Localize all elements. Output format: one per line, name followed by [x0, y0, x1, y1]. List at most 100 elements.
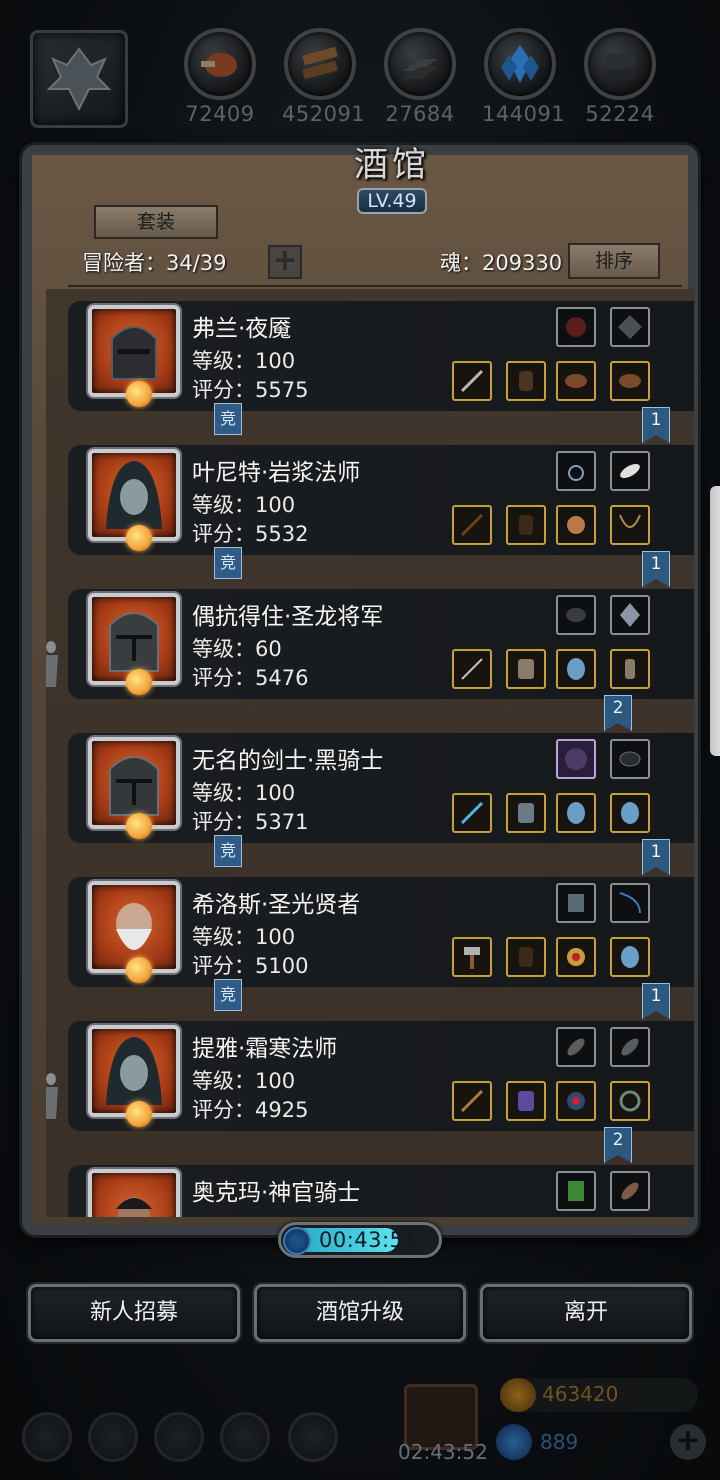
demon-mask-slot[interactable]	[556, 739, 596, 779]
resource-crystal[interactable]: 144091	[482, 28, 565, 128]
hero-name: 弗兰·夜魇	[192, 316, 292, 342]
feather-skin-slot[interactable]	[610, 1171, 650, 1211]
crest-skin-slot[interactable]	[610, 595, 650, 635]
feather-skin-slot[interactable]	[610, 451, 650, 491]
necklace-skin-slot[interactable]	[556, 451, 596, 491]
hero-level: 等级：100	[192, 925, 296, 949]
add-currency-button[interactable]: +	[670, 1424, 706, 1460]
tavern-level-badge: LV.49	[357, 188, 427, 214]
arena-tag: 竞	[214, 835, 242, 867]
gem-amulet-slot[interactable]	[556, 1081, 596, 1121]
map-icon[interactable]	[288, 1412, 338, 1462]
hero-card[interactable]: 偶抗得住·圣龙将军 等级：60 评分：5476	[68, 587, 694, 703]
hero-level: 等级：100	[192, 349, 296, 373]
old-sage-icon	[116, 903, 152, 950]
armor-skin-slot[interactable]	[610, 307, 650, 347]
set-button[interactable]: 套装	[94, 205, 218, 239]
side-drawer-tab[interactable]	[710, 486, 720, 756]
ice-sword-slot[interactable]	[452, 793, 492, 833]
gauntlet-skin-slot[interactable]	[556, 595, 596, 635]
scroll-skin-slot[interactable]	[556, 1171, 596, 1211]
mage-armor-slot[interactable]	[506, 1081, 546, 1121]
mail-icon[interactable]	[220, 1412, 270, 1462]
hero-card[interactable]: 无名的剑士·黑骑士 等级：100 评分：5371	[68, 731, 694, 847]
chat-icon[interactable]	[154, 1412, 204, 1462]
ring-slot[interactable]	[556, 505, 596, 545]
spear-slot[interactable]	[452, 649, 492, 689]
bracer-slot[interactable]	[556, 793, 596, 833]
feather-skin-slot[interactable]	[610, 1027, 650, 1067]
leave-button[interactable]: 离开	[480, 1284, 692, 1342]
hero-name: 希洛斯·圣光贤者	[192, 892, 361, 918]
ruby-ring-slot[interactable]	[556, 937, 596, 977]
staff-slot[interactable]	[452, 1081, 492, 1121]
hooded-mage-icon	[106, 461, 162, 529]
hero-card[interactable]: 提雅·霜寒法师 等级：100 评分：4925	[68, 1019, 694, 1135]
guild-icon[interactable]	[88, 1412, 138, 1462]
hero-card[interactable]: 奥克玛·神官骑士	[68, 1163, 694, 1217]
hero-name: 偶抗得住·圣龙将军	[192, 604, 384, 630]
iron-icon	[384, 28, 456, 100]
player-portrait[interactable]	[30, 30, 128, 128]
recruit-button[interactable]: 新人招募	[28, 1284, 240, 1342]
bow-skin-slot[interactable]	[610, 883, 650, 923]
resource-count: 452091	[282, 102, 366, 126]
boots-slot[interactable]	[610, 361, 650, 401]
tome-skin-slot[interactable]	[556, 883, 596, 923]
feather-skin-slot[interactable]	[556, 1027, 596, 1067]
robe-slot[interactable]	[506, 937, 546, 977]
settings-gear-icon[interactable]	[22, 1412, 72, 1462]
team-number-tag: 2	[604, 1127, 632, 1163]
hero-card[interactable]: 弗兰·夜魇 等级：100 评分：5575	[68, 299, 694, 415]
tavern-panel: 酒馆 LV.49 套装 冒险者：34/39 + 魂：209330 排序 弗兰·夜…	[22, 145, 698, 1235]
armor-slot[interactable]	[506, 361, 546, 401]
staff-slot[interactable]	[452, 505, 492, 545]
helmet-knight-icon	[111, 326, 157, 380]
gem-icon	[496, 1424, 532, 1460]
gloves-slot[interactable]	[556, 361, 596, 401]
hero-score: 评分：4925	[192, 1098, 309, 1122]
stone-skin-slot[interactable]	[610, 739, 650, 779]
resource-count: 27684	[385, 102, 455, 126]
sort-button[interactable]: 排序	[568, 243, 660, 279]
hero-score: 评分：5575	[192, 378, 309, 402]
resource-meat[interactable]: 72409	[182, 28, 258, 128]
gauntlet-slot[interactable]	[610, 793, 650, 833]
hammer-slot[interactable]	[452, 937, 492, 977]
hero-level: 等级：100	[192, 1069, 296, 1093]
weapon-slot[interactable]	[452, 361, 492, 401]
team-number-tag: 1	[642, 839, 670, 875]
gold-bar: 463420	[500, 1378, 698, 1412]
gold-coin-icon	[500, 1378, 536, 1412]
amulet-slot[interactable]	[610, 505, 650, 545]
hero-card[interactable]: 希洛斯·圣光贤者 等级：100 评分：5100	[68, 875, 694, 991]
upgrade-tavern-button[interactable]: 酒馆升级	[254, 1284, 466, 1342]
knight-armor-slot[interactable]	[506, 793, 546, 833]
header-divider	[68, 285, 682, 287]
robe-slot[interactable]	[506, 505, 546, 545]
resource-iron[interactable]: 27684	[382, 28, 458, 128]
greaves-slot[interactable]	[610, 649, 650, 689]
hero-name: 提雅·霜寒法师	[192, 1036, 338, 1062]
dragon-emblem-icon	[46, 47, 112, 112]
hero-list[interactable]: 弗兰·夜魇 等级：100 评分：5575 竞 1 叶尼特·岩浆法师 等级：100	[46, 289, 694, 1217]
refresh-timer: 00:43:51	[278, 1222, 442, 1258]
weapon-skin-slot[interactable]	[556, 307, 596, 347]
gold-amount: 463420	[542, 1382, 619, 1406]
moon-rank-icon	[126, 1101, 152, 1127]
bracer-slot[interactable]	[556, 649, 596, 689]
bracer-slot[interactable]	[610, 937, 650, 977]
panel-title: 酒馆	[354, 145, 430, 185]
hero-card[interactable]: 叶尼特·岩浆法师 等级：100 评分：5532	[68, 443, 694, 559]
resource-count: 72409	[185, 102, 255, 126]
ring-slot[interactable]	[610, 1081, 650, 1121]
resource-stone[interactable]: 52224	[582, 28, 658, 128]
meat-icon	[184, 28, 256, 100]
resource-wood[interactable]: 452091	[282, 28, 366, 128]
plate-armor-slot[interactable]	[506, 649, 546, 689]
hero-score: 评分：5371	[192, 810, 309, 834]
resource-count: 52224	[585, 102, 655, 126]
hero-portrait	[88, 1169, 180, 1217]
arena-tag: 竞	[214, 403, 242, 435]
add-adventurer-button[interactable]: +	[268, 245, 302, 279]
